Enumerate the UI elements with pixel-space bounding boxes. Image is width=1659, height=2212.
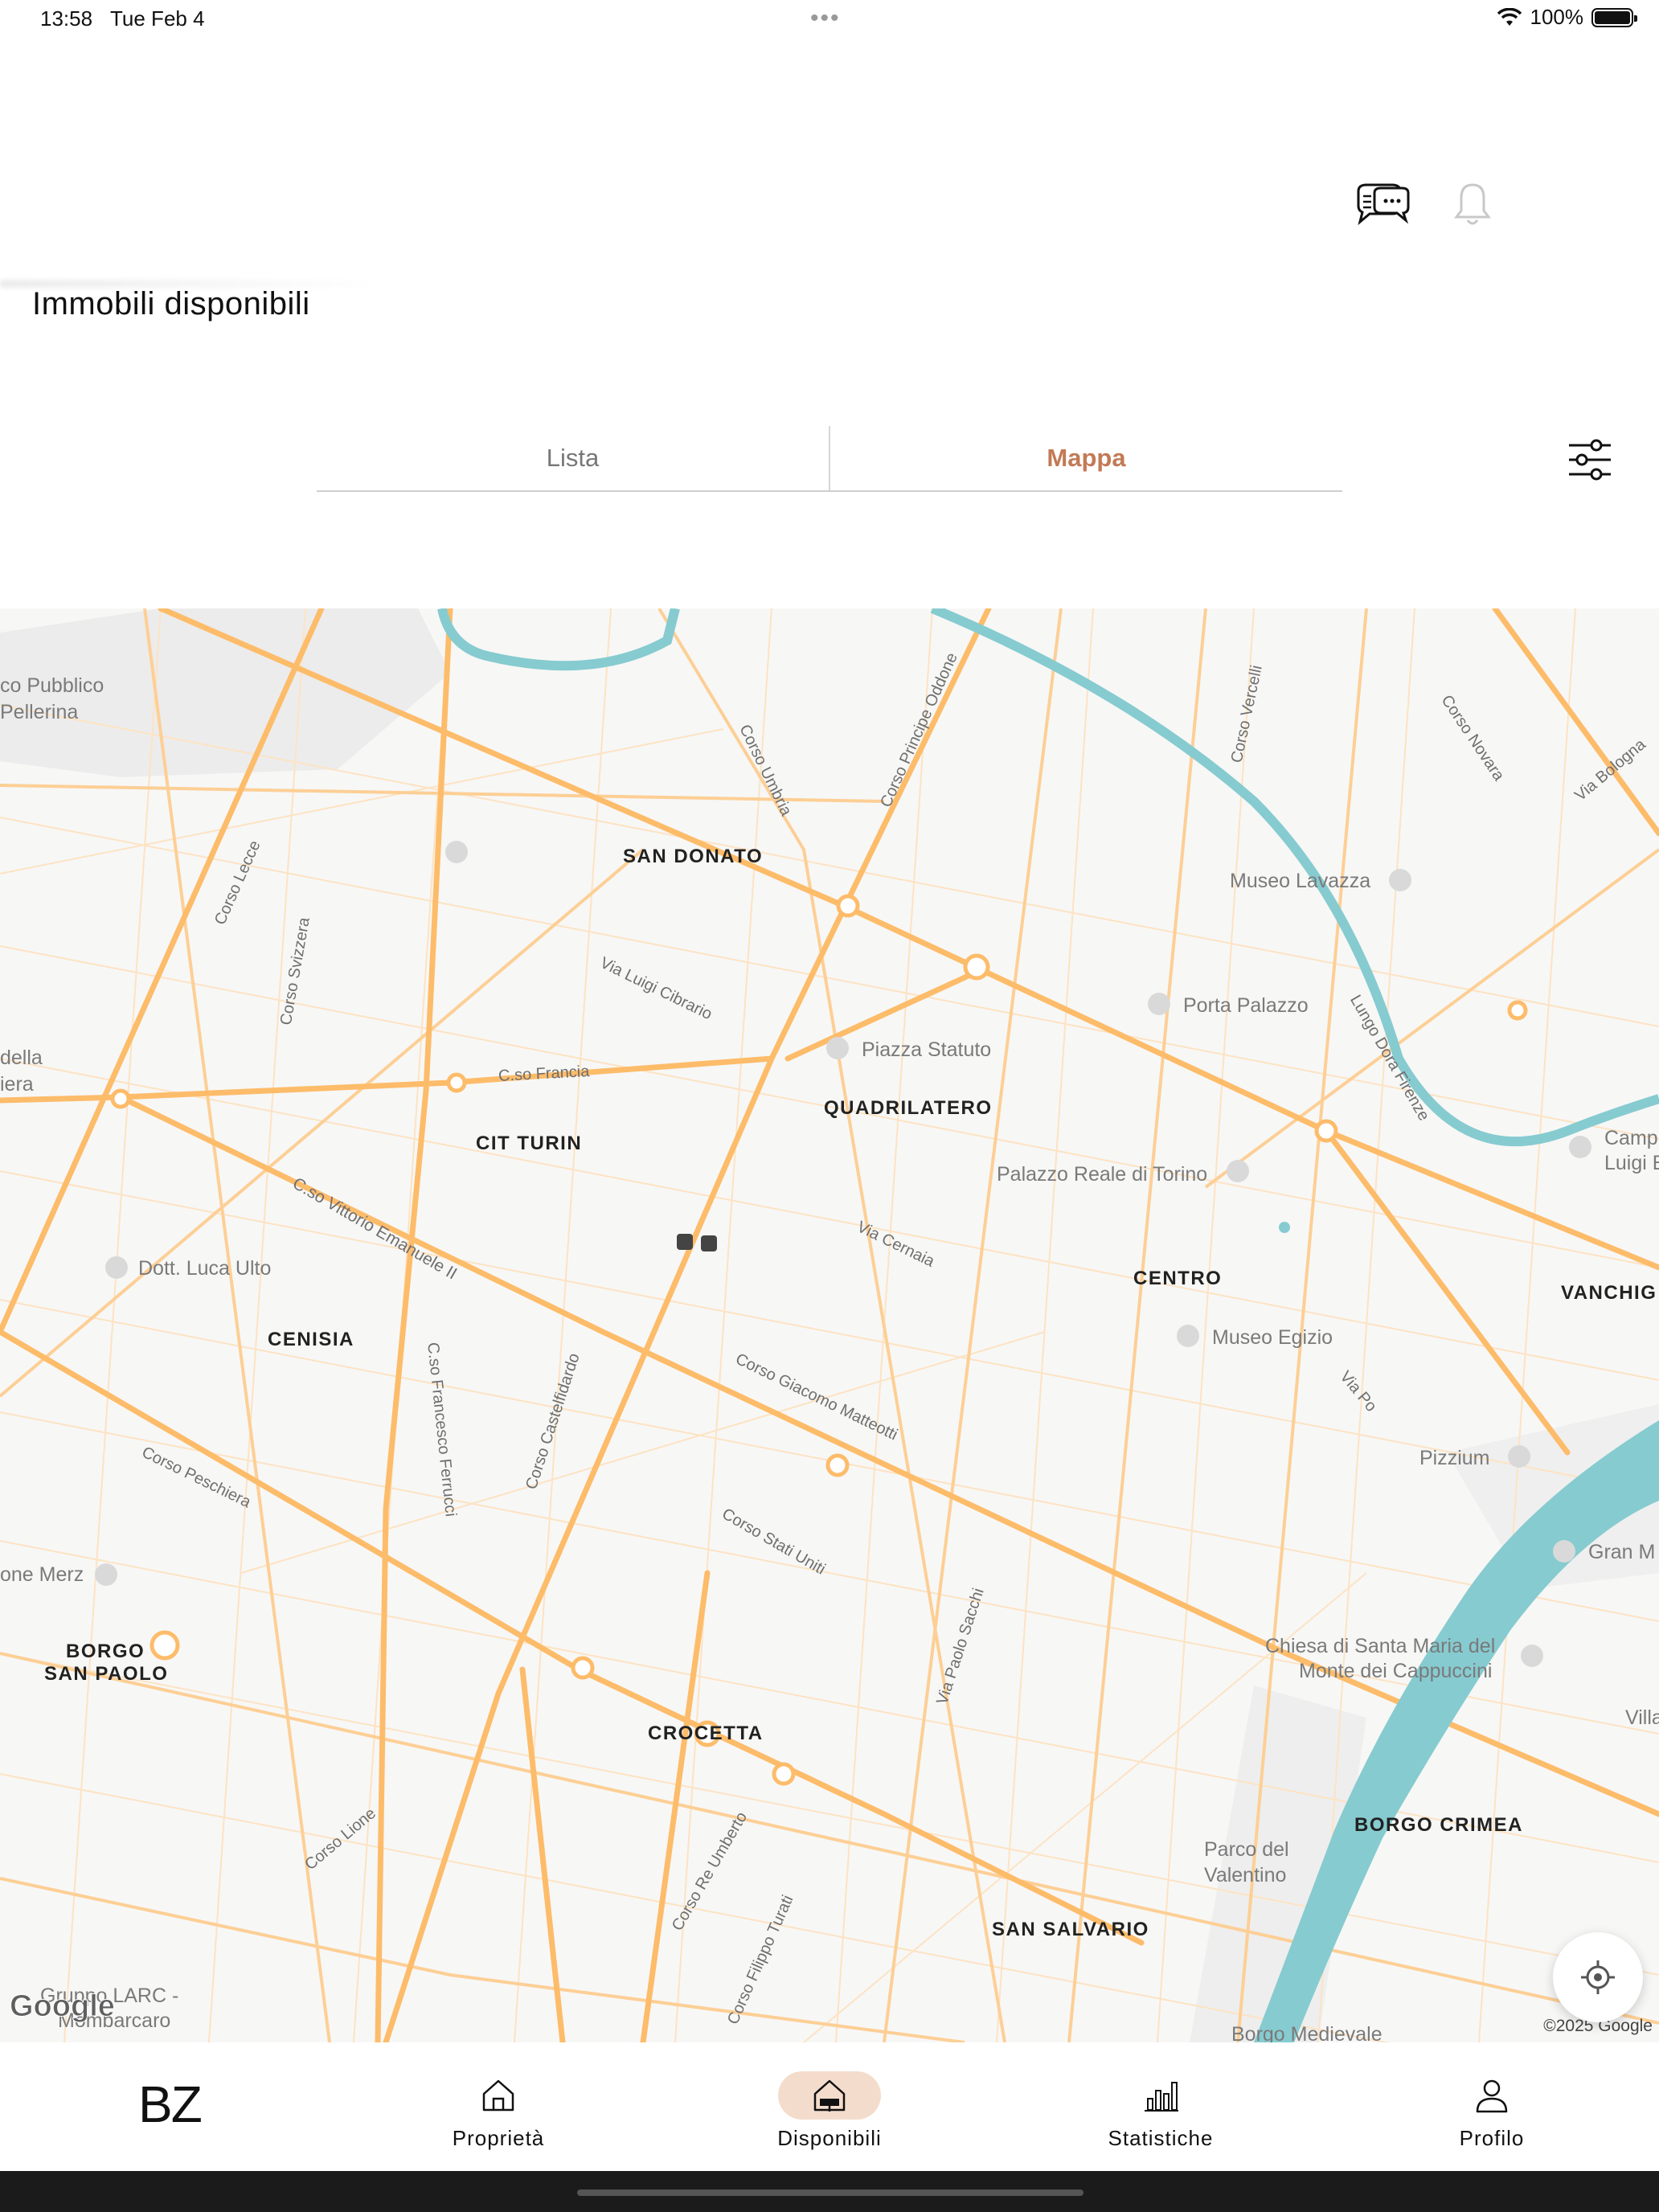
label-pizzium: Pizzium [1419, 1447, 1490, 1469]
person-icon [1476, 2079, 1508, 2113]
corso-novara-road [1492, 608, 1659, 837]
label-crocetta: CROCETTA [648, 1722, 764, 1744]
metro-marker [701, 1235, 717, 1251]
google-logo: Google [10, 1989, 116, 2024]
page-title: Immobili disponibili [32, 286, 310, 322]
chat-icon[interactable] [1352, 180, 1413, 231]
status-time: 13:58 [40, 6, 93, 31]
river-dora-west [437, 608, 680, 671]
home-indicator[interactable] [577, 2189, 1083, 2196]
tab-profilo-label: Profilo [1459, 2126, 1525, 2150]
label-cenisia: CENISIA [268, 1329, 354, 1350]
label-san-salvario: SAN SALVARIO [992, 1919, 1149, 1940]
house-icon [482, 2079, 514, 2112]
my-location-button[interactable] [1553, 1932, 1643, 2022]
tab-proprieta[interactable]: Proprietà [394, 2042, 603, 2171]
app-logo[interactable]: BZ [138, 2075, 203, 2134]
label-parco-pellerina-2: Pellerina [0, 701, 79, 723]
label-museo-lavazza: Museo Lavazza [1230, 870, 1371, 892]
multitasking-dots-icon[interactable]: ••• [810, 5, 841, 32]
bar-chart-icon [1145, 2082, 1178, 2112]
poi-marker [1521, 1645, 1543, 1667]
poi-marker [105, 1256, 128, 1279]
label-centro: CENTRO [1133, 1268, 1223, 1289]
poi-marker [445, 841, 468, 863]
label-san-paolo: SAN PAOLO [44, 1663, 169, 1685]
poi-marker [1508, 1445, 1530, 1468]
tab-statistiche[interactable]: Statistiche [1056, 2042, 1265, 2171]
poi-marker [1569, 1136, 1591, 1158]
label-della-1: della [0, 1047, 43, 1069]
poi-marker [1148, 993, 1170, 1015]
label-gran-madre: Gran M [1588, 1541, 1656, 1563]
status-right: 100% [1497, 5, 1637, 30]
tab-mappa[interactable]: Mappa [830, 426, 1342, 490]
label-parco-valentino-1: Parco del [1204, 1838, 1289, 1861]
label-chiesa-2: Monte dei Cappuccini [1299, 1660, 1493, 1682]
battery-percent: 100% [1530, 5, 1584, 29]
poi-marker [1389, 869, 1411, 891]
label-chiesa-1: Chiesa di Santa Maria del [1265, 1635, 1496, 1657]
poi-marker [95, 1563, 117, 1586]
tab-disponibili-label: Disponibili [777, 2126, 882, 2150]
tab-statistiche-label: Statistiche [1108, 2126, 1214, 2150]
corso-castelfidardo-road [375, 608, 453, 2042]
label-della-2: iera [0, 1073, 34, 1096]
wifi-icon [1497, 7, 1522, 26]
label-cit-turin: CIT TURIN [476, 1133, 583, 1154]
label-borgo-medievale: Borgo Medievale [1231, 2023, 1382, 2042]
metro-marker [677, 1234, 693, 1250]
label-campus-1: Camp [1604, 1127, 1658, 1149]
label-porta-palazzo: Porta Palazzo [1183, 994, 1309, 1017]
label-parco-valentino-2: Valentino [1204, 1864, 1287, 1886]
tab-proprieta-label: Proprietà [452, 2126, 545, 2150]
label-museo-egizio: Museo Egizio [1212, 1326, 1333, 1349]
water-dot [1279, 1222, 1290, 1233]
label-palazzo-reale: Palazzo Reale di Torino [997, 1163, 1208, 1186]
label-vanchiglia: VANCHIG [1561, 1282, 1657, 1304]
label-piazza-statuto: Piazza Statuto [862, 1038, 992, 1061]
poi-marker [1227, 1160, 1249, 1182]
poi-marker [1553, 1540, 1575, 1563]
bell-icon[interactable] [1442, 180, 1503, 231]
label-quadrilatero: QUADRILATERO [824, 1097, 993, 1119]
tab-disponibili[interactable]: Disponibili [725, 2042, 934, 2171]
tab-lista[interactable]: Lista [317, 426, 830, 490]
label-borgo: BORGO [66, 1641, 145, 1662]
label-parco-pellerina-1: co Pubblico [0, 674, 104, 697]
label-dott-luca: Dott. Luca Ulto [138, 1257, 272, 1280]
map-view[interactable]: SAN DONATO QUADRILATERO CIT TURIN CENTRO… [0, 608, 1659, 2042]
house-new-icon [813, 2079, 846, 2112]
tab-profilo[interactable]: Profilo [1387, 2042, 1596, 2171]
label-campus-2: Luigi E [1604, 1152, 1659, 1174]
view-toggle: Lista Mappa [317, 426, 1342, 492]
corso-regina-road [158, 608, 1659, 1271]
poi-marker [826, 1037, 849, 1059]
poi-marker [1177, 1325, 1199, 1347]
filter-sliders-icon[interactable] [1564, 434, 1616, 485]
status-bar: 13:58 Tue Feb 4 ••• 100% [0, 0, 1659, 39]
label-borgo-crimea: BORGO CRIMEA [1354, 1814, 1523, 1836]
battery-icon [1591, 7, 1637, 27]
label-san-donato: SAN DONATO [623, 846, 764, 867]
crosshair-icon [1581, 1960, 1615, 1994]
label-villa: Villa [1625, 1706, 1659, 1729]
label-merz: one Merz [0, 1563, 84, 1586]
status-date: Tue Feb 4 [110, 6, 205, 31]
